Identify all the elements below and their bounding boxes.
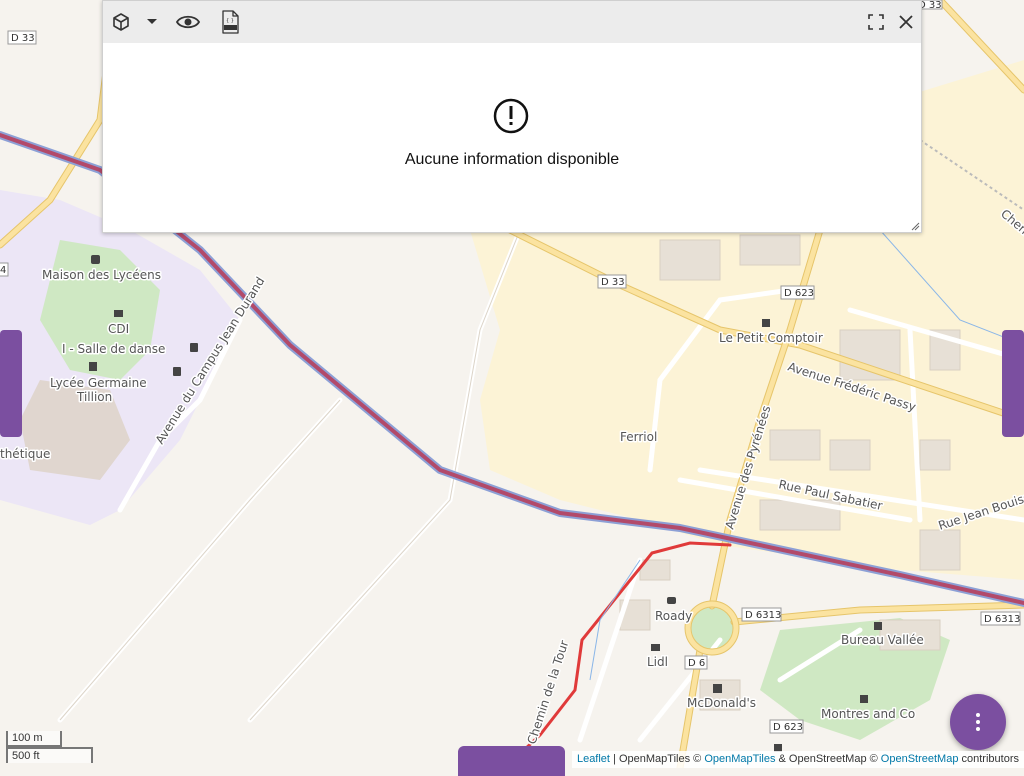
bus-stop-icon (173, 367, 181, 376)
road-shield: D 6313 (980, 611, 1021, 626)
shop-icon (860, 695, 868, 703)
place-label: Montres and Co (821, 707, 915, 721)
place-label: Lycée Germaine (50, 376, 147, 390)
svg-text:D 623: D 623 (773, 722, 803, 733)
svg-text:D 623: D 623 (784, 288, 814, 299)
place-label: Bureau Vallée (841, 633, 924, 647)
openstreetmap-link[interactable]: OpenStreetMap (881, 753, 959, 765)
svg-text:4: 4 (0, 265, 6, 276)
panel-body: Aucune information disponible (103, 43, 921, 232)
eye-icon[interactable] (176, 10, 200, 34)
road-shield: D 623 (780, 285, 815, 300)
attribution-text: OpenMapTiles © (618, 753, 702, 765)
svg-text:D 33: D 33 (11, 33, 35, 44)
place-label: I - Salle de danse (62, 342, 165, 356)
road-shield: D 6313 (741, 607, 782, 622)
scale-imperial: 500 ft (6, 747, 93, 763)
place-label: McDonald's (687, 696, 756, 710)
panel-toolbar: { } (103, 1, 921, 43)
alert-circle-icon (493, 98, 529, 134)
place-label: Roady (655, 609, 692, 623)
place-label: Lidl (647, 655, 668, 669)
shopping-cart-icon (651, 644, 660, 651)
place-label: Le Petit Comptoir (719, 331, 823, 345)
more-vertical-icon (976, 713, 980, 731)
shop-icon (91, 255, 100, 264)
json-badge: { } (226, 18, 234, 24)
road-shield: D 33 (597, 274, 627, 289)
book-icon (114, 310, 123, 317)
svg-text:D 6313: D 6313 (984, 614, 1020, 625)
bus-stop-icon (190, 343, 198, 352)
shop-icon (874, 622, 882, 630)
road-shield: D 33 (7, 30, 37, 45)
shop-icon (762, 319, 770, 327)
right-sidebar-tab[interactable] (1002, 330, 1024, 437)
fullscreen-icon[interactable] (864, 10, 888, 34)
no-info-message: Aucune information disponible (404, 151, 620, 168)
scale-metric: 100 m (6, 731, 62, 747)
fastfood-icon (713, 684, 722, 693)
left-sidebar-tab[interactable] (0, 330, 22, 437)
svg-text:D 6313: D 6313 (745, 610, 781, 621)
map-attribution: Leaflet | OpenMapTiles © OpenMapTiles & … (571, 751, 1024, 768)
dropdown-caret-icon[interactable] (140, 10, 164, 34)
road-shield: 4 (0, 262, 9, 277)
place-label: Maison des Lycéens (42, 268, 161, 282)
attribution-separator: | (609, 753, 619, 765)
attribution-separator: & (775, 753, 789, 765)
road-shield: D 623 (769, 719, 804, 734)
leaflet-link[interactable]: Leaflet (577, 753, 610, 765)
bottom-sheet-tab[interactable] (458, 746, 565, 776)
svg-text:D 33: D 33 (601, 277, 625, 288)
place-label: Tillion (76, 390, 112, 404)
place-label: CDI (108, 322, 129, 336)
place-label: thétique (0, 447, 50, 461)
close-icon[interactable] (894, 10, 918, 34)
place-label: Ferriol (620, 430, 657, 444)
attribution-text: OpenStreetMap © (788, 753, 878, 765)
attribution-text: contributors (961, 753, 1019, 765)
more-options-button[interactable] (950, 694, 1006, 750)
cube-icon[interactable] (109, 10, 133, 34)
theater-icon (89, 362, 97, 371)
openmaptiles-link[interactable]: OpenMapTiles (704, 753, 775, 765)
resize-grip-icon[interactable] (910, 221, 920, 231)
car-icon (667, 597, 676, 604)
json-file-icon[interactable]: { } (218, 10, 242, 34)
road-shield: D 6 (684, 655, 708, 670)
info-panel: { } Aucune information disponible (102, 0, 922, 233)
svg-text:D 6: D 6 (688, 658, 705, 669)
